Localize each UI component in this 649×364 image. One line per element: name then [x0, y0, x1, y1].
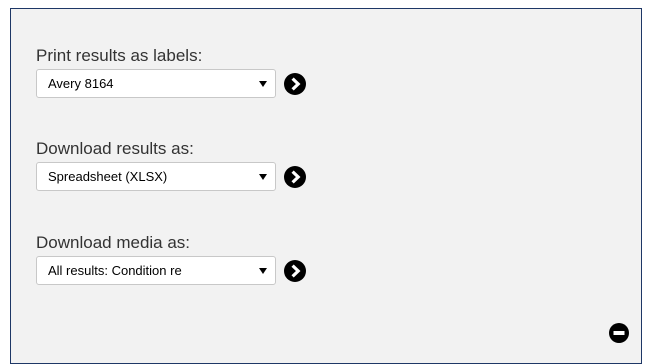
dropdown-arrow-icon	[259, 81, 267, 87]
label-format-value: Avery 8164	[48, 76, 114, 91]
dropdown-arrow-icon	[259, 174, 267, 180]
label-format-select[interactable]: Avery 8164	[36, 69, 276, 98]
print-labels-row: Avery 8164	[36, 69, 306, 98]
download-media-section: Download media as: All results: Conditio…	[36, 233, 306, 285]
media-format-value: All results: Condition re	[48, 263, 182, 278]
print-labels-go-icon[interactable]	[284, 72, 306, 95]
dropdown-arrow-icon	[259, 268, 267, 274]
download-media-row: All results: Condition re	[36, 256, 306, 285]
print-labels-section: Print results as labels: Avery 8164	[36, 46, 306, 98]
results-format-value: Spreadsheet (XLSX)	[48, 169, 168, 184]
download-media-go-icon[interactable]	[284, 259, 306, 282]
collapse-panel-minus-icon[interactable]	[609, 323, 629, 343]
media-format-select[interactable]: All results: Condition re	[36, 256, 276, 285]
download-results-label: Download results as:	[36, 139, 194, 158]
download-results-row: Spreadsheet (XLSX)	[36, 162, 306, 191]
download-results-go-icon[interactable]	[284, 165, 306, 188]
print-labels-label: Print results as labels:	[36, 46, 203, 65]
results-format-select[interactable]: Spreadsheet (XLSX)	[36, 162, 276, 191]
download-results-section: Download results as: Spreadsheet (XLSX)	[36, 139, 306, 191]
download-media-label: Download media as:	[36, 233, 191, 252]
export-options-panel: Print results as labels: Avery 8164 Down…	[10, 8, 642, 364]
